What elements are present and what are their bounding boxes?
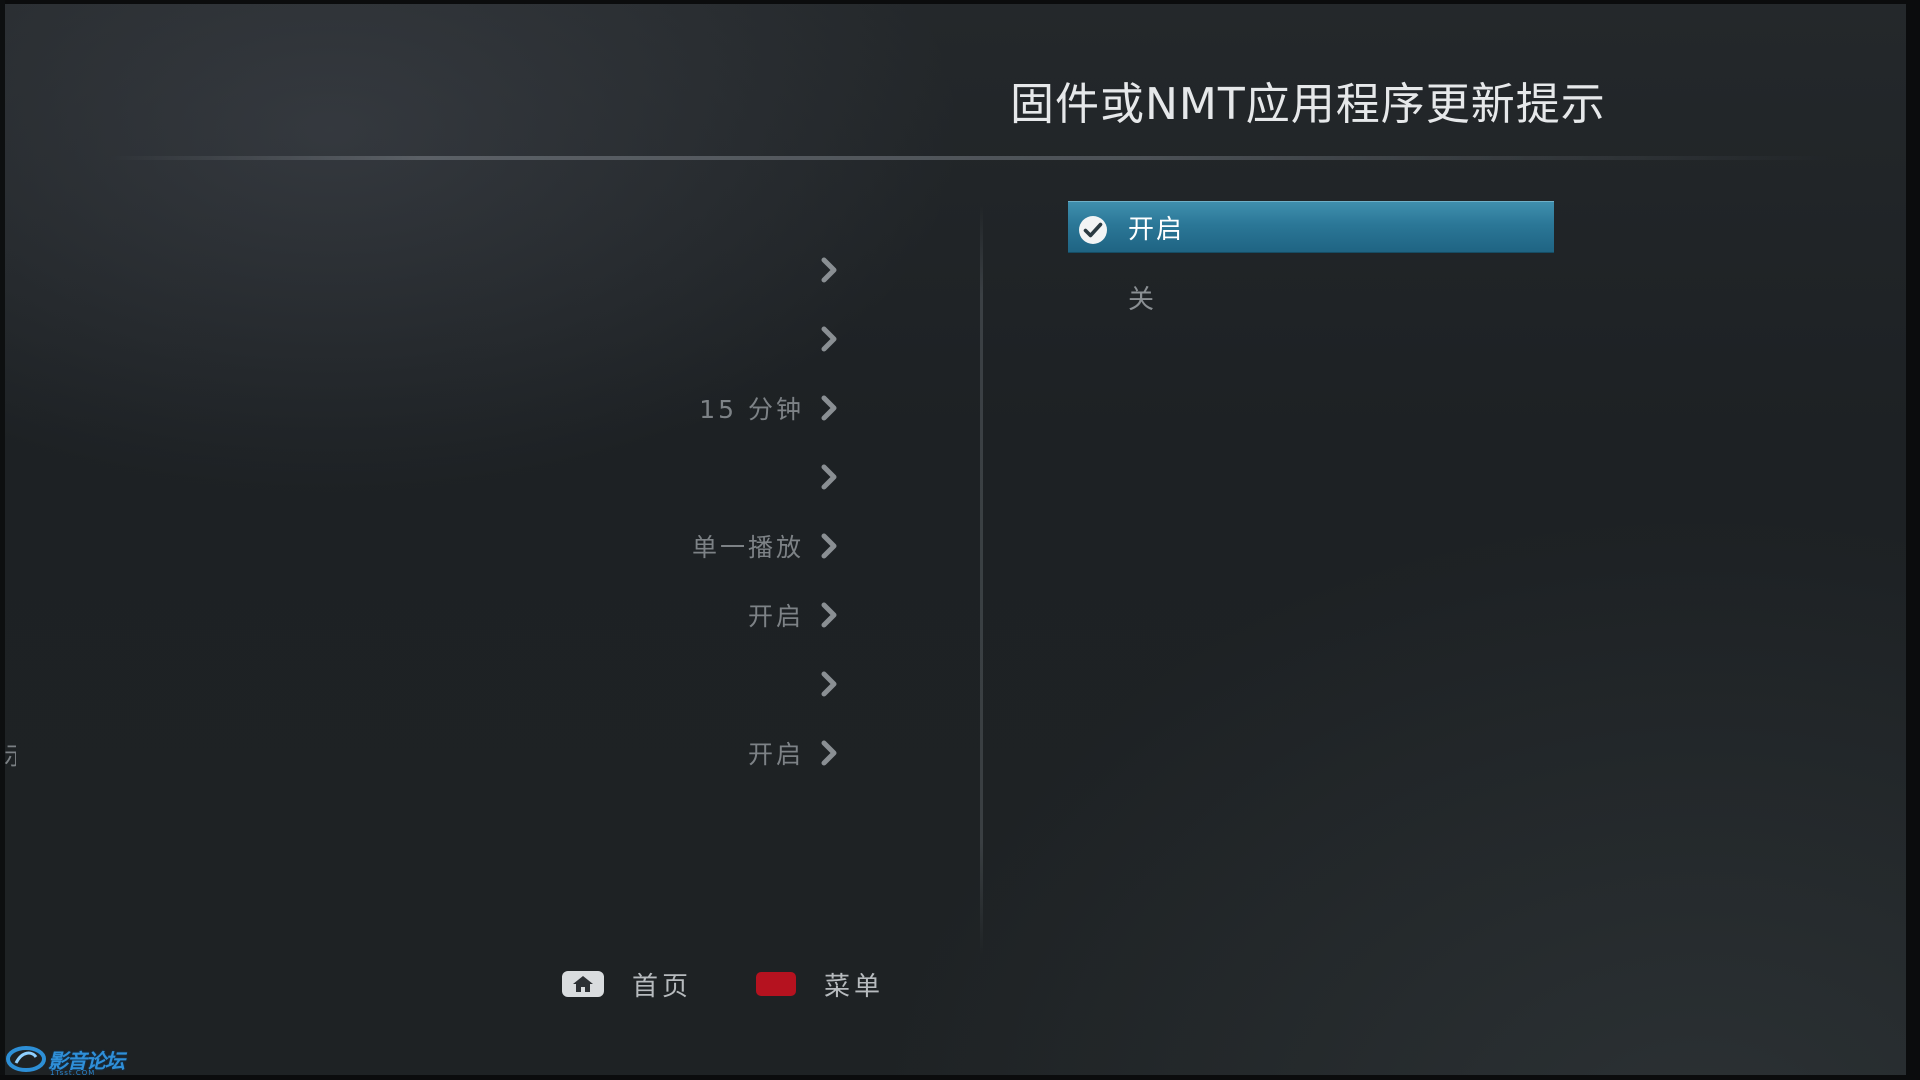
setting-row[interactable]	[560, 662, 840, 706]
red-key-icon	[756, 972, 796, 996]
menu-hint-label: 菜单	[824, 971, 885, 1002]
setting-value: 单一播放	[691, 533, 804, 562]
chevron-right-icon	[821, 464, 837, 490]
option-on[interactable]: 开启	[1068, 201, 1554, 253]
setting-row[interactable]: 单一播放	[560, 524, 840, 568]
swirl-logo-icon	[6, 1046, 46, 1072]
screen-border-bottom	[0, 1075, 1920, 1080]
home-hint-label: 首页	[632, 971, 693, 1002]
screen-border-top	[0, 0, 1920, 4]
menu-hint[interactable]: 菜单	[756, 962, 884, 1006]
panel-divider	[980, 205, 983, 955]
watermark-subtext: 1Tsst.COM	[50, 1069, 96, 1077]
chevron-right-icon	[821, 533, 837, 559]
settings-list: 15 分钟 单一播放 开启 开启	[560, 0, 840, 1080]
chevron-right-icon	[821, 602, 837, 628]
setting-row[interactable]: 15 分钟	[560, 386, 840, 430]
option-label: 开启	[1128, 214, 1185, 245]
setting-row[interactable]: 开启	[560, 731, 840, 775]
chevron-right-icon	[821, 257, 837, 283]
page-title: 固件或NMT应用程序更新提示	[1010, 79, 1606, 130]
setting-value: 15 分钟	[699, 395, 804, 424]
checkmark-icon	[1079, 216, 1107, 244]
screen-border-left	[0, 0, 5, 1080]
setting-value: 开启	[747, 740, 804, 769]
chevron-right-icon	[821, 740, 837, 766]
setting-row[interactable]	[560, 455, 840, 499]
option-label: 关	[1128, 284, 1157, 315]
chevron-right-icon	[821, 326, 837, 352]
chevron-right-icon	[821, 395, 837, 421]
screen-border-right	[1906, 0, 1920, 1080]
option-off[interactable]: 关	[1068, 271, 1554, 323]
cut-off-setting-label: 示	[4, 736, 16, 771]
home-hint[interactable]: 首页	[562, 962, 692, 1006]
setting-row[interactable]	[560, 248, 840, 292]
setting-row[interactable]	[560, 317, 840, 361]
setting-row[interactable]: 开启	[560, 593, 840, 637]
home-key-icon	[562, 971, 604, 997]
setting-value: 开启	[747, 602, 804, 631]
header-divider	[110, 156, 1830, 160]
settings-screen: 固件或NMT应用程序更新提示 示 15 分钟 单一播放 开启	[0, 0, 1920, 1080]
chevron-right-icon	[821, 671, 837, 697]
forum-watermark: 影音论坛 1Tsst.COM	[6, 1042, 126, 1077]
